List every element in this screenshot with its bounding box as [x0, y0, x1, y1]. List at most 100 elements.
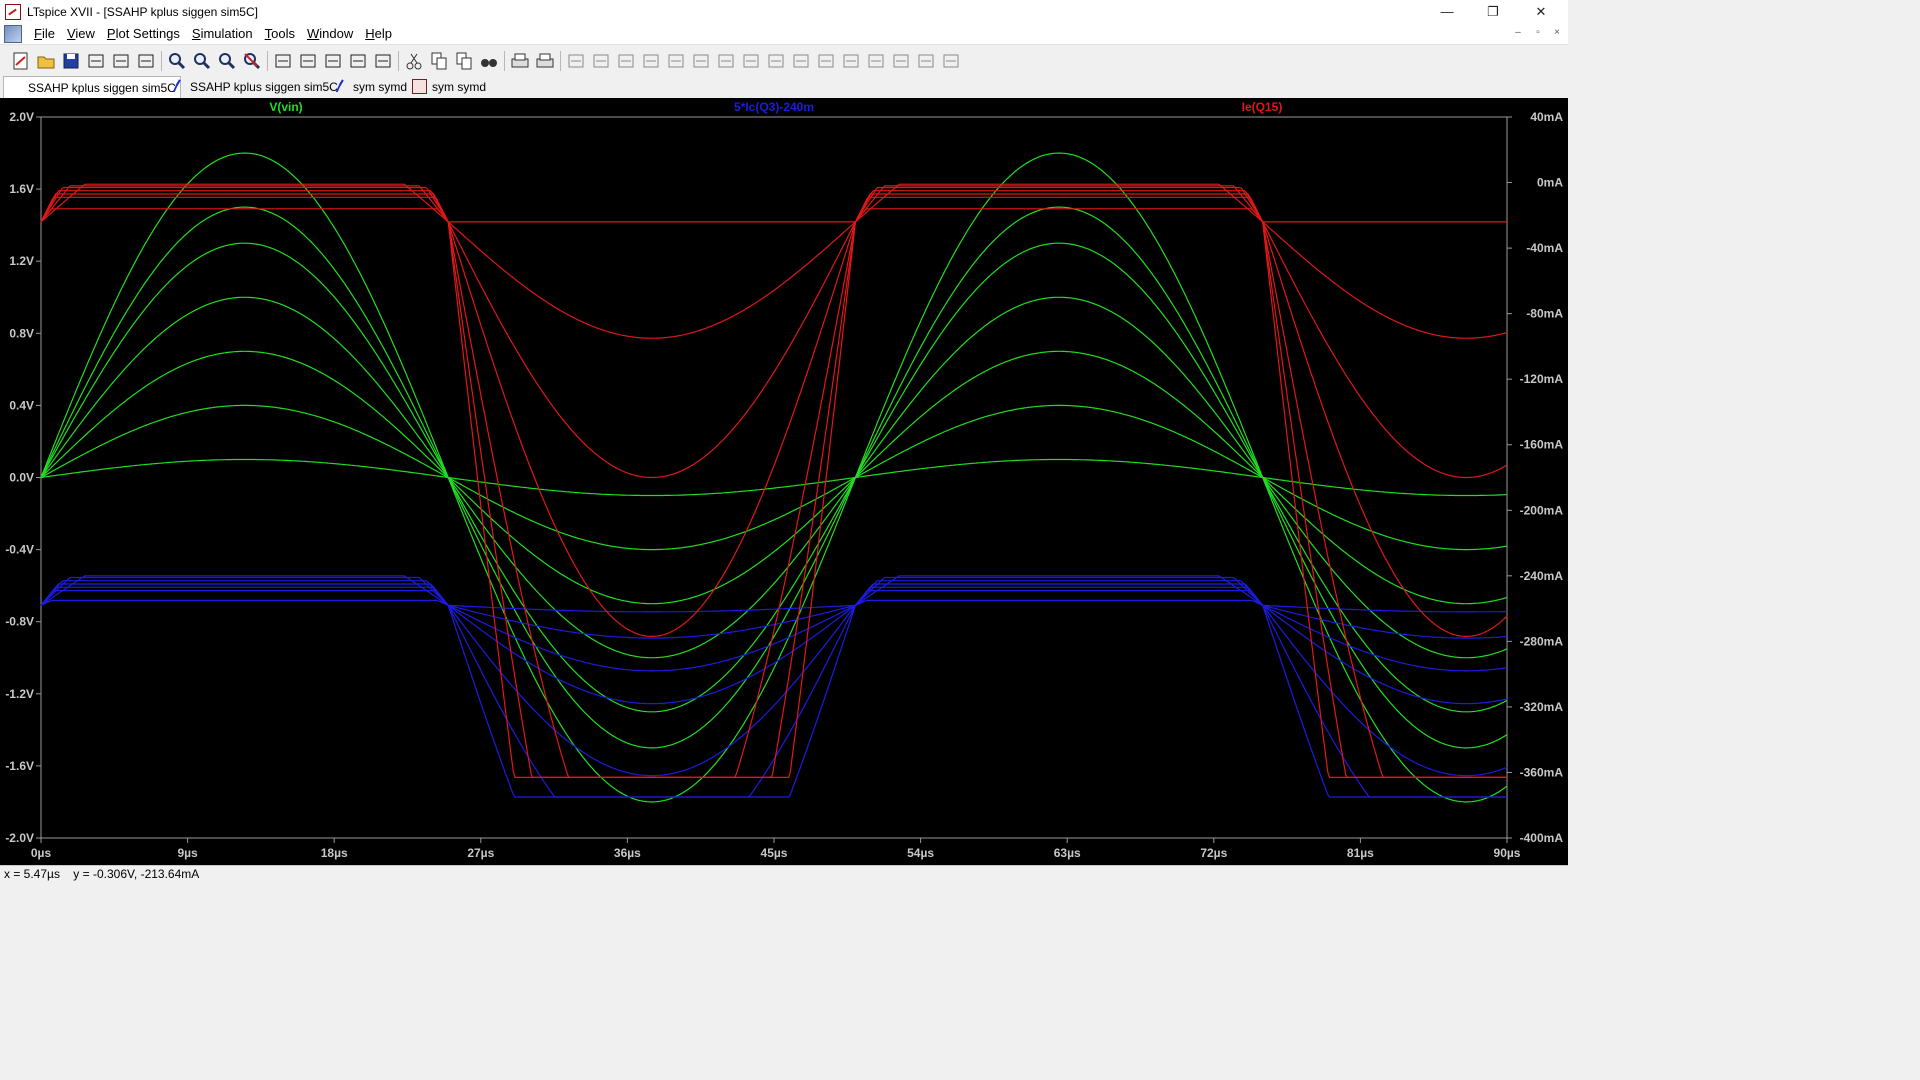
x-tick-label: 63µs	[1054, 846, 1081, 860]
menu-help[interactable]: Help	[359, 26, 398, 41]
cut-icon[interactable]	[403, 50, 425, 72]
plot-frame	[40, 116, 1508, 839]
cascade-icon[interactable]	[347, 50, 369, 72]
paste-icon[interactable]	[453, 50, 475, 72]
save-icon[interactable]	[60, 50, 82, 72]
y-left-tick-label: -0.4V	[5, 543, 34, 557]
cursor-x-readout: x = 5.47µs	[4, 867, 60, 881]
x-tick-label: 54µs	[907, 846, 934, 860]
x-tick-label: 18µs	[321, 846, 348, 860]
ground-icon[interactable]	[590, 50, 612, 72]
vin-trace-6	[40, 206, 1508, 749]
mdi-close-button[interactable]: ×	[1550, 26, 1564, 40]
mirror-icon[interactable]	[890, 50, 912, 72]
resistor-icon[interactable]	[640, 50, 662, 72]
y-left-tick-label: -1.2V	[5, 687, 34, 701]
fit-icon[interactable]	[297, 50, 319, 72]
new-schematic-icon[interactable]	[10, 50, 32, 72]
run-icon[interactable]	[110, 50, 132, 72]
drag-icon[interactable]	[790, 50, 812, 72]
menu-file[interactable]: File	[28, 26, 61, 41]
find-icon[interactable]	[478, 50, 500, 72]
ie-q15-trace-7	[40, 208, 1507, 778]
y-left-tick-label: 0.0V	[9, 471, 34, 485]
rotate-icon[interactable]	[865, 50, 887, 72]
toolbar-separator	[504, 51, 505, 71]
autorange-icon[interactable]	[272, 50, 294, 72]
x-tick-label: 9µs	[177, 846, 198, 860]
redo-icon[interactable]	[840, 50, 862, 72]
inductor-icon[interactable]	[690, 50, 712, 72]
y-left-tick-label: 0.4V	[9, 398, 34, 412]
tab-plot-ssahp[interactable]: SSAHP kplus siggen sim5C	[3, 76, 181, 193]
close-button[interactable]: ✕	[1518, 0, 1564, 23]
open-icon[interactable]	[35, 50, 57, 72]
tab-schematic-ssahp[interactable]: SSAHP kplus siggen sim5C	[168, 76, 342, 97]
y-right-tick-label: 40mA	[1530, 110, 1563, 124]
schematic-icon	[335, 80, 348, 93]
schematic-icon	[172, 80, 185, 93]
waveform-chart[interactable]: V(vin) 5*Ic(Q3)-240m Ie(Q15) 0µs 9µs 18µs 2…	[0, 98, 1568, 865]
component-icon[interactable]	[740, 50, 762, 72]
copy-icon[interactable]	[428, 50, 450, 72]
mdi-restore-button[interactable]: ▫	[1531, 26, 1545, 40]
x-tick-label: 81µs	[1347, 846, 1374, 860]
title-bar: LTspice XVII - [SSAHP kplus siggen sim5C…	[0, 0, 1568, 23]
capacitor-icon[interactable]	[665, 50, 687, 72]
y-right-tick-label: -200mA	[1520, 503, 1564, 517]
label-icon[interactable]	[615, 50, 637, 72]
y-right-tick-label: -240mA	[1520, 569, 1564, 583]
ic-q3-trace-3	[40, 580, 1508, 672]
window-icon[interactable]	[372, 50, 394, 72]
tab-schematic-sym[interactable]: sym symd	[331, 76, 411, 97]
menu-tools[interactable]: Tools	[259, 26, 301, 41]
trace-label-ie-q15[interactable]: Ie(Q15)	[1242, 100, 1283, 114]
move-icon[interactable]	[765, 50, 787, 72]
tab-label: SSAHP kplus siggen sim5C	[28, 80, 176, 95]
trace-label-vin[interactable]: V(vin)	[269, 100, 302, 114]
tab-symbol-sym[interactable]: sym symd	[408, 76, 490, 97]
trace-label-ic-q3[interactable]: 5*Ic(Q3)-240m	[734, 100, 814, 114]
zoom-cancel-icon[interactable]	[241, 50, 263, 72]
tab-label: sym symd	[432, 79, 486, 94]
waveform-plot-pane[interactable]: V(vin) 5*Ic(Q3)-240m Ie(Q15) 0µs 9µs 18µs 2…	[0, 98, 1568, 865]
x-tick-label: 36µs	[614, 846, 641, 860]
zoom-box-icon[interactable]	[216, 50, 238, 72]
document-icon[interactable]	[4, 24, 22, 43]
diode-icon[interactable]	[715, 50, 737, 72]
print-icon[interactable]	[509, 50, 531, 72]
control-panel-icon[interactable]	[85, 50, 107, 72]
menu-view[interactable]: View	[61, 26, 101, 41]
undo-icon[interactable]	[815, 50, 837, 72]
ie-q15-trace-5	[40, 193, 1507, 778]
window-title: LTspice XVII - [SSAHP kplus siggen sim5C…	[27, 4, 258, 19]
minimize-button[interactable]: —	[1424, 0, 1470, 23]
tile-icon[interactable]	[322, 50, 344, 72]
zoom-in-icon[interactable]	[166, 50, 188, 72]
y-right-tick-label: -400mA	[1520, 831, 1564, 845]
menu-simulation[interactable]: Simulation	[186, 26, 259, 41]
text-icon[interactable]	[915, 50, 937, 72]
menu-plot-settings[interactable]: Plot Settings	[101, 26, 186, 41]
y-left-tick-label: 1.6V	[9, 182, 34, 196]
y-left-tick-label: -2.0V	[5, 831, 34, 845]
status-bar: x = 5.47µs y = -0.306V, -213.64mA	[0, 865, 1568, 882]
y-left-tick-label: 1.2V	[9, 254, 34, 268]
vin-trace-5	[40, 242, 1508, 713]
traces-group	[40, 152, 1508, 803]
zoom-out-icon[interactable]	[191, 50, 213, 72]
mdi-minimize-button[interactable]: –	[1511, 26, 1525, 40]
y-left-tick-label: -0.8V	[5, 615, 34, 629]
x-tick-label: 72µs	[1200, 846, 1227, 860]
tab-label: sym symd	[353, 79, 407, 94]
print-preview-icon[interactable]	[534, 50, 556, 72]
menu-window[interactable]: Window	[301, 26, 359, 41]
y-right-tick-label: -280mA	[1520, 634, 1564, 648]
halt-icon[interactable]	[135, 50, 157, 72]
ie-q15-trace-6	[40, 196, 1507, 778]
tab-label: SSAHP kplus siggen sim5C	[190, 79, 338, 94]
ie-q15-trace-1	[40, 183, 1507, 223]
maximize-button[interactable]: ❐	[1470, 0, 1516, 23]
spice-directive-icon[interactable]	[940, 50, 962, 72]
wire-icon[interactable]	[565, 50, 587, 72]
